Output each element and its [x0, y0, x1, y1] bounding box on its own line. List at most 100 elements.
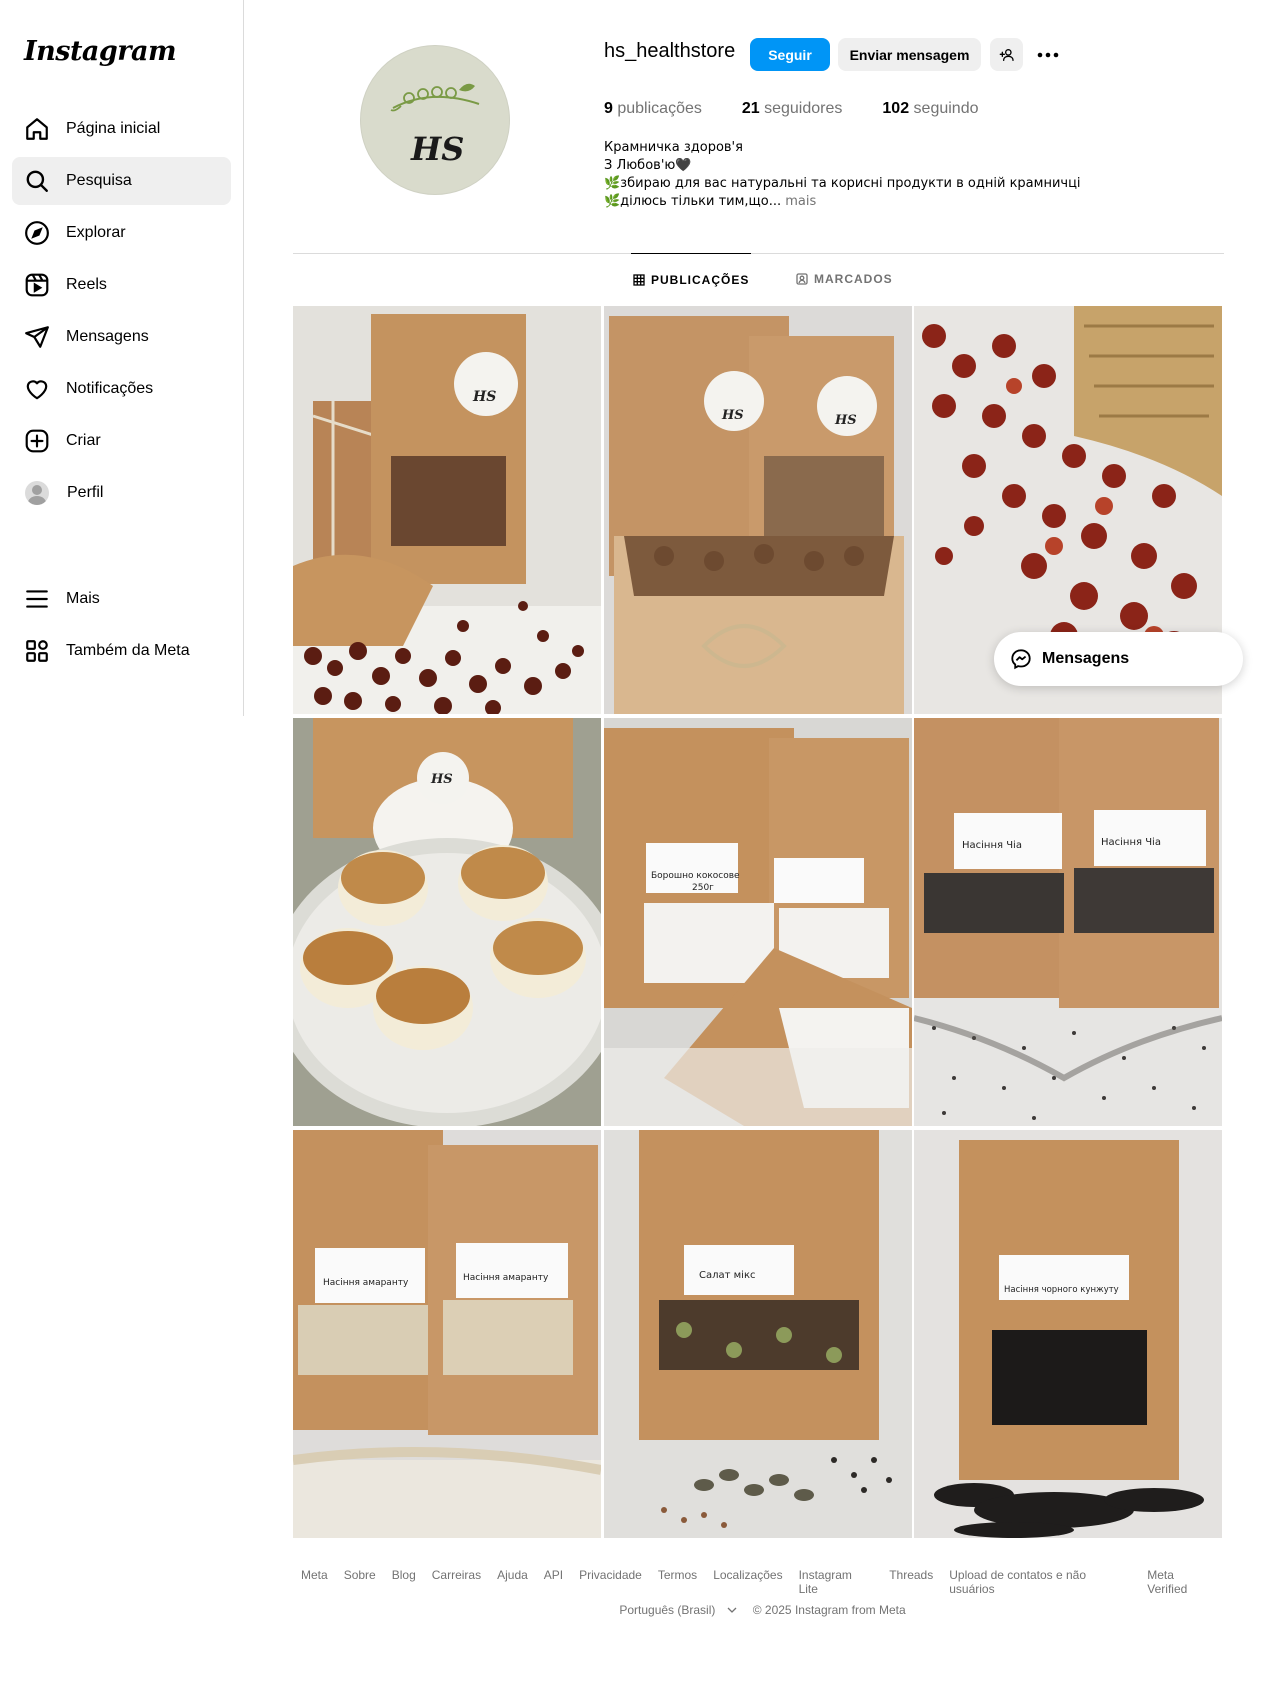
send-message-button[interactable]: Enviar mensagem: [838, 38, 981, 71]
footer-link[interactable]: Ajuda: [497, 1568, 528, 1596]
profile-username: hs_healthstore: [604, 40, 736, 62]
avatar-text: HS: [411, 130, 465, 168]
sidebar-item-label: Mais: [66, 590, 100, 607]
post-image: HS HS: [603, 306, 912, 714]
post-thumbnail[interactable]: Насіння амаранту Насіння амаранту: [293, 1130, 601, 1538]
sidebar-item-label: Perfil: [67, 484, 104, 501]
post-image: HS: [293, 306, 601, 714]
footer-link[interactable]: Blog: [392, 1568, 416, 1596]
plus-square-icon: [25, 429, 49, 453]
tab-tagged[interactable]: MARCADOS: [796, 253, 893, 305]
svg-text:HS: HS: [721, 408, 744, 423]
svg-text:250г: 250г: [692, 883, 714, 893]
post-thumbnail[interactable]: Борошно кокосове 250г: [603, 718, 912, 1126]
post-thumbnail[interactable]: Салат мікс: [603, 1130, 912, 1538]
suggest-users-button[interactable]: [990, 38, 1023, 71]
footer-link[interactable]: API: [544, 1568, 563, 1596]
post-image: Борошно кокосове 250г: [603, 718, 912, 1126]
sidebar-item-label: Explorar: [66, 224, 126, 241]
footer-link[interactable]: Instagram Lite: [799, 1568, 874, 1596]
post-image: Насіння чорного кунжуту: [914, 1130, 1222, 1538]
profile-avatar[interactable]: HS: [360, 45, 510, 195]
sidebar-item-label: Notificações: [66, 380, 154, 397]
post-image: Насіння амаранту Насіння амаранту: [293, 1130, 601, 1538]
sidebar-item-label: Reels: [66, 276, 107, 293]
post-image: Салат мікс: [603, 1130, 912, 1538]
svg-text:Насіння чорного кунжуту: Насіння чорного кунжуту: [1004, 1285, 1119, 1295]
sidebar-item-label: Pesquisa: [66, 172, 132, 189]
add-person-icon: [999, 48, 1014, 61]
svg-text:Борошно кокосове: Борошно кокосове: [651, 871, 740, 881]
tabs-divider: [293, 253, 1224, 254]
menu-icon: [26, 590, 48, 608]
footer-link[interactable]: Meta: [301, 1568, 328, 1596]
post-thumbnail[interactable]: Насіння чорного кунжуту: [914, 1130, 1222, 1538]
tab-posts[interactable]: PUBLICAÇÕES: [631, 253, 752, 305]
post-image: HS: [293, 718, 601, 1126]
send-icon: [25, 326, 49, 348]
footer-link[interactable]: Localizações: [713, 1568, 782, 1596]
footer-link[interactable]: Sobre: [344, 1568, 376, 1596]
sidebar-item-create[interactable]: Criar: [12, 417, 231, 465]
svg-text:HS: HS: [472, 389, 496, 405]
sidebar-item-label: Mensagens: [66, 328, 149, 345]
messenger-icon: [1011, 649, 1031, 670]
post-thumbnail[interactable]: HS: [293, 306, 601, 714]
home-icon: [26, 118, 48, 140]
svg-text:Насіння амаранту: Насіння амаранту: [463, 1273, 549, 1283]
sidebar: Instagram Página inicial Pesquisa Explor…: [0, 0, 244, 716]
messages-floating-label: Mensagens: [1042, 650, 1130, 667]
footer-link[interactable]: Meta Verified: [1147, 1568, 1216, 1596]
instagram-logo[interactable]: Instagram: [24, 36, 177, 67]
footer-link[interactable]: Carreiras: [432, 1568, 481, 1596]
bio-line: Крамничка здоров'я: [604, 140, 743, 155]
post-thumbnail[interactable]: Насіння Чіа Насіння Чіа: [914, 718, 1222, 1126]
follow-button[interactable]: Seguir: [750, 38, 830, 71]
svg-text:HS: HS: [430, 772, 453, 787]
sidebar-item-messages[interactable]: Mensagens: [12, 313, 231, 361]
tagged-icon: [796, 273, 808, 285]
sidebar-item-label: Criar: [66, 432, 101, 449]
messages-floating-button[interactable]: Mensagens: [994, 632, 1243, 686]
bio-more-link[interactable]: mais: [781, 194, 816, 209]
copyright: © 2025 Instagram from Meta: [752, 1603, 906, 1617]
sidebar-item-notifications[interactable]: Notificações: [12, 365, 231, 413]
following-count[interactable]: 102 seguindo: [882, 100, 978, 118]
bio-line: З Любов'ю🖤: [604, 158, 692, 173]
post-thumbnail[interactable]: HS HS: [603, 306, 912, 714]
footer-link[interactable]: Termos: [658, 1568, 697, 1596]
bio-line: 🌿ділюсь тільки тим,що... mais: [604, 194, 817, 209]
search-icon: [26, 170, 48, 192]
sidebar-item-label: Página inicial: [66, 120, 161, 137]
grid-icon: [633, 273, 645, 286]
footer-link[interactable]: Upload de contatos e não usuários: [949, 1568, 1131, 1596]
sidebar-item-label: Também da Meta: [66, 642, 190, 659]
sidebar-item-profile[interactable]: Perfil: [12, 469, 231, 517]
language-selector[interactable]: Português (Brasil): [611, 1603, 737, 1617]
profile-stats: 9 publicações 21 seguidores 102 seguindo: [604, 100, 1019, 118]
options-button[interactable]: [1032, 38, 1064, 71]
profile-bio: Крамничка здоров'я З Любов'ю🖤 🌿збираю дл…: [604, 139, 1081, 211]
svg-text:HS: HS: [834, 413, 857, 428]
footer-link[interactable]: Threads: [889, 1568, 933, 1596]
post-thumbnail[interactable]: HS: [293, 718, 601, 1126]
posts-grid: HS HS HS HS Борошно кокосове 250г Насінн…: [293, 306, 1222, 1538]
sidebar-item-home[interactable]: Página inicial: [12, 105, 231, 153]
sidebar-item-search[interactable]: Pesquisa: [12, 157, 231, 205]
chevron-down-icon: [727, 1607, 737, 1613]
footer-link[interactable]: Privacidade: [579, 1568, 642, 1596]
sidebar-item-meta[interactable]: Também da Meta: [12, 627, 231, 675]
avatar: [25, 481, 49, 505]
svg-text:Насіння Чіа: Насіння Чіа: [962, 839, 1022, 851]
followers-count[interactable]: 21 seguidores: [742, 100, 843, 118]
posts-count: 9 publicações: [604, 100, 702, 117]
sidebar-item-more[interactable]: Mais: [12, 575, 231, 623]
svg-text:Насіння Чіа: Насіння Чіа: [1101, 836, 1161, 848]
grid-apps-icon: [26, 640, 48, 662]
footer-bottom: Português (Brasil) © 2025 Instagram from…: [293, 1603, 1224, 1617]
sidebar-item-reels[interactable]: Reels: [12, 261, 231, 309]
heart-icon: [26, 380, 48, 400]
sidebar-item-explore[interactable]: Explorar: [12, 209, 231, 257]
svg-text:Насіння амаранту: Насіння амаранту: [323, 1278, 409, 1288]
bio-line: 🌿збираю для вас натуральні та корисні пр…: [604, 176, 1081, 191]
